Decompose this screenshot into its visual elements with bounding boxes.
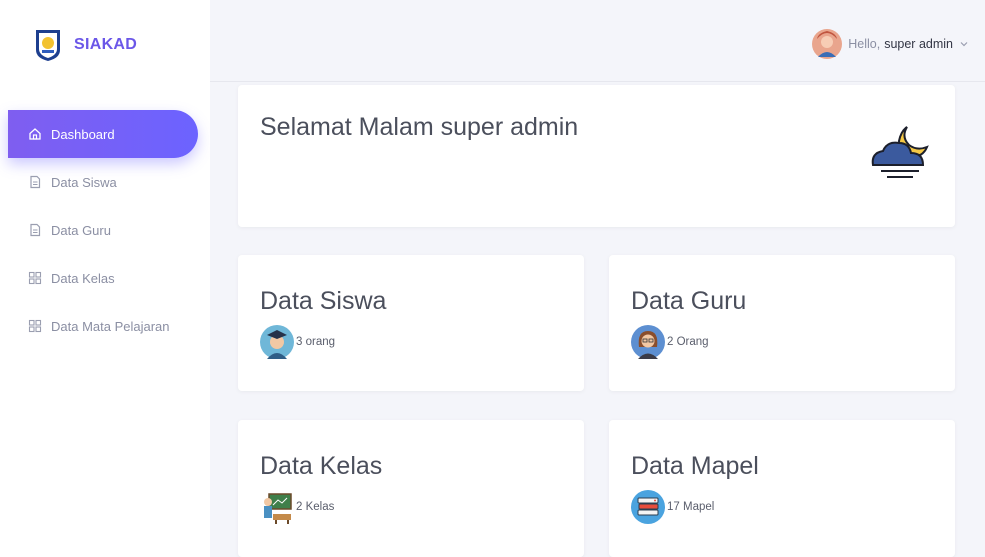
sidebar-item-data-mata-pelajaran[interactable]: Data Mata Pelajaran bbox=[8, 302, 198, 350]
sidebar-item-data-kelas[interactable]: Data Kelas bbox=[8, 254, 198, 302]
sidebar-item-label: Dashboard bbox=[51, 126, 115, 142]
sidebar-item-label: Data Guru bbox=[51, 222, 111, 238]
sidebar-menu: Dashboard Data Siswa Data Guru Data Kela… bbox=[8, 110, 198, 350]
stat-row: 17 Mapel bbox=[631, 488, 714, 526]
user-menu[interactable]: Hello, super admin bbox=[812, 27, 969, 61]
stat-title: Data Mapel bbox=[631, 452, 759, 480]
stat-card-siswa[interactable]: Data Siswa 3 orang bbox=[238, 255, 584, 391]
stat-title: Data Siswa bbox=[260, 287, 387, 315]
user-avatar-icon bbox=[812, 29, 843, 59]
school-emblem-icon bbox=[36, 30, 60, 61]
stat-row: 2 Orang bbox=[631, 323, 709, 361]
topbar: Hello, super admin bbox=[210, 10, 985, 82]
stat-card-kelas[interactable]: Data Kelas 2 Kelas bbox=[238, 420, 584, 557]
chevron-down-icon bbox=[960, 42, 968, 47]
student-icon bbox=[260, 325, 294, 359]
stat-card-mapel[interactable]: Data Mapel 17 Mapel bbox=[609, 420, 955, 557]
sidebar-item-label: Data Siswa bbox=[51, 174, 117, 190]
sidebar-item-data-guru[interactable]: Data Guru bbox=[8, 206, 198, 254]
grid-icon bbox=[28, 319, 42, 333]
stat-value: 3 orang bbox=[296, 336, 336, 348]
greeting-card: Selamat Malam super admin bbox=[238, 85, 955, 227]
greeting-title: Selamat Malam super admin bbox=[260, 113, 579, 141]
document-icon bbox=[30, 175, 41, 189]
hello-text: Hello, bbox=[848, 37, 881, 51]
home-icon bbox=[29, 128, 41, 140]
stat-row: 3 orang bbox=[260, 323, 335, 361]
stat-row: 2 Kelas bbox=[260, 488, 334, 526]
stat-value: 17 Mapel bbox=[667, 501, 715, 513]
sidebar: SIAKAD Dashboard Data Siswa Data Guru Da… bbox=[0, 0, 210, 557]
stat-value: 2 Kelas bbox=[296, 501, 335, 513]
teacher-icon bbox=[631, 325, 665, 359]
main-content: Hello, super admin Selamat Malam super a… bbox=[210, 0, 985, 557]
classroom-icon bbox=[264, 493, 292, 524]
sidebar-item-label: Data Mata Pelajaran bbox=[51, 318, 170, 334]
sidebar-item-dashboard[interactable]: Dashboard bbox=[8, 110, 198, 158]
brand[interactable]: SIAKAD bbox=[34, 28, 137, 62]
brand-name: SIAKAD bbox=[74, 36, 138, 53]
stat-value: 2 Orang bbox=[667, 336, 709, 348]
stat-card-guru[interactable]: Data Guru 2 Orang bbox=[609, 255, 955, 391]
books-icon bbox=[631, 490, 665, 524]
grid-icon bbox=[28, 271, 42, 285]
sidebar-item-data-siswa[interactable]: Data Siswa bbox=[8, 158, 198, 206]
stat-title: Data Kelas bbox=[260, 452, 383, 480]
sidebar-item-label: Data Kelas bbox=[51, 270, 115, 286]
moon-cloud-icon bbox=[871, 126, 929, 178]
username: super admin bbox=[884, 37, 953, 51]
document-icon bbox=[30, 223, 41, 237]
stat-title: Data Guru bbox=[631, 287, 747, 315]
